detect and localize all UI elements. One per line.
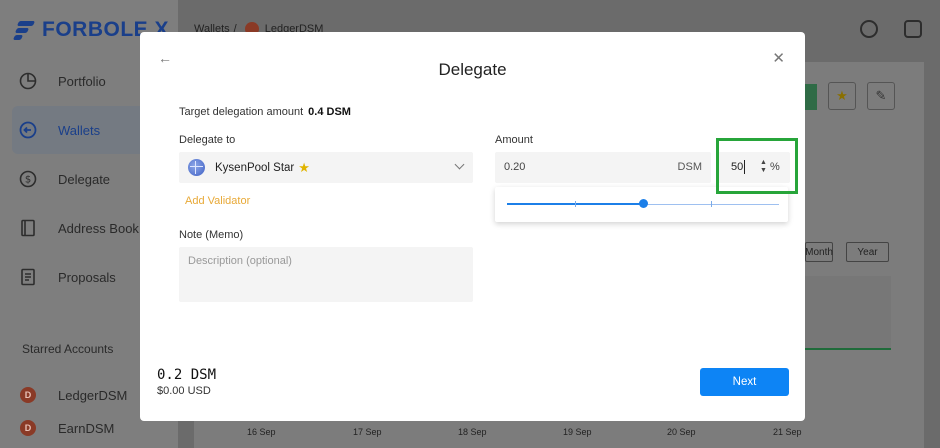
- amount-input[interactable]: 0.20 DSM: [495, 152, 711, 183]
- sidebar-item-label: Wallets: [58, 122, 101, 138]
- add-validator-link[interactable]: Add Validator: [185, 195, 250, 207]
- sidebar-item-label: Address Book: [58, 220, 139, 236]
- chart-line: [805, 348, 891, 350]
- delegate-action-button[interactable]: [805, 84, 817, 110]
- address-book-icon: [18, 218, 38, 238]
- target-label: Target delegation amount: [179, 106, 304, 118]
- star-icon: ★: [298, 159, 310, 175]
- sidebar-item-label: Proposals: [58, 269, 116, 285]
- delegate-dialog: ← ✕ Delegate Target delegation amount 0.4…: [140, 32, 805, 421]
- star-button[interactable]: ★: [828, 82, 856, 110]
- forbole-logo-icon: [12, 19, 36, 41]
- wallet-icon: [18, 120, 38, 140]
- slider-tick: [711, 201, 712, 207]
- sidebar-item-label: Delegate: [58, 171, 111, 187]
- chart-x-tick: 20 Sep: [667, 427, 696, 437]
- chart-x-tick: 16 Sep: [247, 427, 276, 437]
- document-icon: [18, 267, 38, 287]
- star-icon: ★: [836, 88, 848, 103]
- svg-text:$: $: [25, 175, 31, 186]
- starred-account-item[interactable]: D EarnDSM: [20, 420, 114, 436]
- account-avatar: D: [20, 420, 36, 436]
- starred-accounts-title: Starred Accounts: [22, 342, 114, 356]
- validator-name: KysenPool Star: [215, 161, 295, 174]
- slider-handle[interactable]: [639, 199, 648, 208]
- dollar-circle-icon: $: [18, 169, 38, 189]
- starred-account-label: EarnDSM: [58, 420, 115, 436]
- starred-account-label: LedgerDSM: [58, 387, 128, 403]
- amount-label: Amount: [495, 134, 533, 146]
- target-value: 0.4 DSM: [308, 106, 351, 118]
- pie-chart-icon: [18, 71, 38, 91]
- next-button[interactable]: Next: [700, 368, 789, 396]
- range-button-year[interactable]: Year: [846, 242, 889, 262]
- settings-gear-icon[interactable]: [904, 20, 922, 38]
- target-delegation: Target delegation amount 0.4 DSM: [179, 106, 351, 118]
- delegate-to-label: Delegate to: [179, 134, 236, 146]
- validator-avatar-icon: [188, 159, 205, 176]
- chart-x-tick: 17 Sep: [353, 427, 382, 437]
- sidebar-item-label: Portfolio: [58, 73, 106, 89]
- chart-x-tick: 21 Sep: [773, 427, 802, 437]
- amount-value: 0.20: [504, 161, 526, 173]
- range-button-month[interactable]: Month: [805, 242, 833, 262]
- chart-area: [805, 276, 891, 348]
- validator-select[interactable]: KysenPool Star ★: [179, 152, 473, 183]
- slider-tick: [575, 201, 576, 207]
- account-avatar: D: [20, 387, 36, 403]
- dialog-title: Delegate: [438, 60, 507, 79]
- total-usd: $0.00 USD: [157, 385, 211, 397]
- memo-field[interactable]: Description (optional): [179, 247, 473, 302]
- chart-x-tick: 18 Sep: [458, 427, 487, 437]
- note-label: Note (Memo): [179, 229, 244, 241]
- percent-field-highlight: [716, 138, 798, 194]
- memo-placeholder: Description (optional): [188, 255, 292, 267]
- starred-account-item[interactable]: D LedgerDSM: [20, 387, 127, 403]
- edit-button[interactable]: ✎: [867, 82, 895, 110]
- amount-unit: DSM: [677, 161, 702, 173]
- theme-toggle-icon[interactable]: [860, 20, 878, 38]
- pencil-icon: ✎: [875, 88, 887, 103]
- total-amount: 0.2 DSM: [157, 367, 217, 383]
- chart-x-tick: 19 Sep: [563, 427, 592, 437]
- chevron-down-icon: [454, 159, 465, 170]
